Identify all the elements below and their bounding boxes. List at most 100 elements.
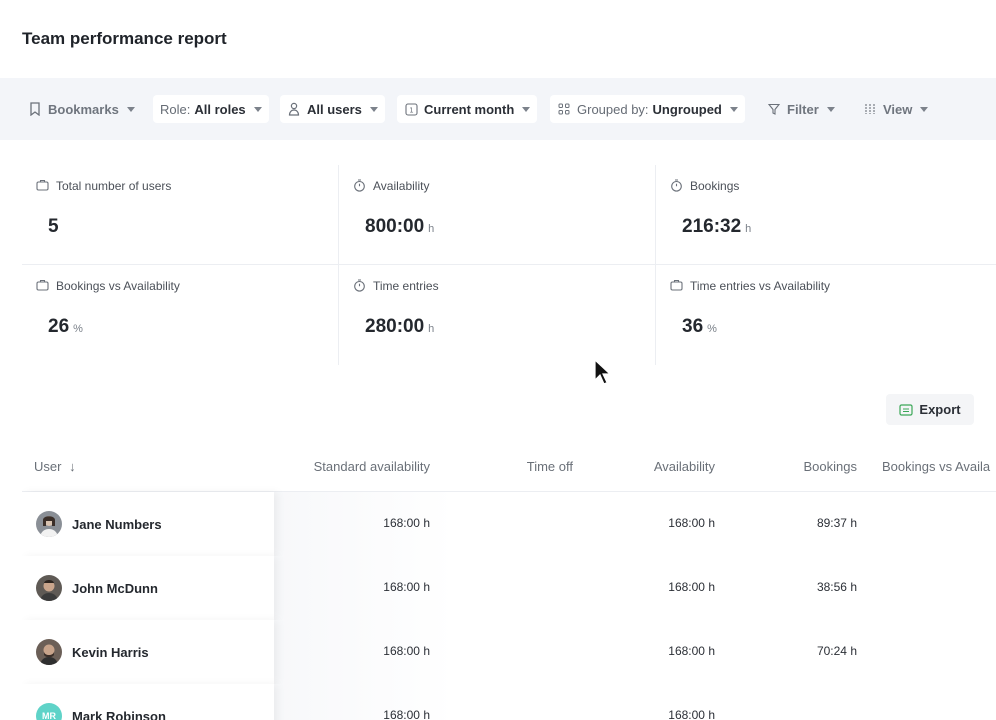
table-header: User ↓ Standard availability Time off Av… [22, 440, 996, 492]
table-row[interactable]: MR Mark Robinson 168:00 h 168:00 h [22, 684, 996, 720]
role-prefix: Role: [160, 101, 191, 117]
standard-availability-cell: 168:00 h [383, 580, 430, 594]
user-cell: John McDunn [22, 556, 274, 620]
stat-label: Total number of users [56, 179, 172, 193]
stat-value: 216:32 [682, 216, 742, 237]
chevron-down-icon [253, 106, 262, 112]
stat-card: Bookings 216:32 h [656, 165, 996, 265]
sliders-icon [863, 102, 877, 116]
stat-label: Bookings vs Availability [56, 279, 180, 293]
bookmark-icon [28, 102, 42, 116]
avatar [36, 511, 62, 537]
user-icon [287, 102, 301, 116]
standard-availability-cell: 168:00 h [383, 708, 430, 720]
grouping-value: Ungrouped [652, 101, 722, 117]
availability-cell: 168:00 h [668, 644, 715, 658]
column-header-availability[interactable]: Availability [654, 459, 715, 474]
stat-unit: % [73, 323, 83, 335]
chevron-down-icon [729, 106, 738, 112]
csv-icon [899, 403, 914, 417]
grouping-prefix: Grouped by: [577, 101, 649, 117]
view-dropdown[interactable]: View [863, 95, 929, 123]
column-header-bookings[interactable]: Bookings [804, 459, 857, 474]
calendar-icon: 1 [404, 102, 418, 116]
column-header-standard-availability[interactable]: Standard availability [314, 459, 430, 474]
user-name: Jane Numbers [72, 516, 162, 532]
stopwatch-icon [353, 279, 367, 293]
avatar [36, 639, 62, 665]
grouping-dropdown[interactable]: Grouped by: Ungrouped [550, 95, 745, 123]
stat-label: Bookings [690, 179, 740, 193]
filter-icon [767, 102, 781, 116]
stat-unit: h [745, 223, 752, 235]
availability-cell: 168:00 h [668, 516, 715, 530]
user-cell: Kevin Harris [22, 620, 274, 684]
filter-label: Filter [787, 101, 819, 117]
table-row[interactable]: Kevin Harris 168:00 h 168:00 h 70:24 h [22, 620, 996, 684]
user-name: Mark Robinson [72, 708, 166, 720]
user-cell: Jane Numbers [22, 492, 274, 556]
export-label: Export [919, 402, 961, 417]
stats-grid: Total number of users 5 Availability 800… [22, 165, 996, 365]
export-button[interactable]: Export [886, 394, 974, 425]
user-name: Kevin Harris [72, 644, 149, 660]
bookmarks-dropdown[interactable]: Bookmarks [28, 95, 135, 123]
stat-value: 800:00 [365, 216, 425, 237]
svg-text:1: 1 [409, 106, 413, 114]
stopwatch-icon [353, 179, 367, 193]
avatar [36, 575, 62, 601]
chevron-down-icon [826, 106, 835, 112]
availability-cell: 168:00 h [668, 708, 715, 720]
period-dropdown[interactable]: 1 Current month [397, 95, 538, 123]
column-header-time-off[interactable]: Time off [527, 459, 573, 474]
stat-card: Time entries vs Availability 36% [656, 265, 996, 365]
role-dropdown[interactable]: Role: All roles [153, 95, 269, 123]
column-header-bookings-vs-availability[interactable]: Bookings vs Availa [882, 459, 990, 474]
stat-label: Time entries vs Availability [690, 279, 831, 293]
user-name: John McDunn [72, 580, 158, 596]
stat-unit: % [707, 323, 717, 335]
grid-icon [557, 102, 571, 116]
toolbar: Bookmarks Role: All roles All users 1 Cu… [0, 78, 996, 140]
mouse-cursor-icon [594, 359, 612, 385]
chevron-down-icon [920, 106, 929, 112]
stopwatch-icon [670, 179, 684, 193]
bookings-cell: 89:37 h [816, 516, 857, 530]
briefcase-icon [670, 279, 684, 293]
chevron-down-icon [522, 106, 531, 112]
page-title: Team performance report [22, 29, 227, 48]
table-row[interactable]: Jane Numbers 168:00 h 168:00 h 89:37 h [22, 492, 996, 556]
stat-card: Time entries 280:00 h [339, 265, 656, 365]
stat-value: 36 [682, 316, 704, 337]
filter-dropdown[interactable]: Filter [767, 95, 835, 123]
users-dropdown[interactable]: All users [280, 95, 385, 123]
period-label: Current month [424, 101, 515, 117]
column-header-user[interactable]: User ↓ [34, 459, 76, 474]
users-table: User ↓ Standard availability Time off Av… [22, 440, 996, 720]
stat-unit: h [428, 223, 435, 235]
briefcase-icon [36, 279, 50, 293]
bookmarks-label: Bookmarks [48, 101, 119, 117]
avatar: MR [36, 703, 62, 720]
stat-value: 26 [48, 316, 70, 337]
standard-availability-cell: 168:00 h [383, 644, 430, 658]
stat-card: Total number of users 5 [22, 165, 339, 265]
bookings-cell: 70:24 h [816, 644, 857, 658]
availability-cell: 168:00 h [668, 580, 715, 594]
stat-value: 5 [48, 216, 59, 237]
bookings-cell: 38:56 h [816, 580, 857, 594]
chevron-down-icon [369, 106, 378, 112]
stat-card: Availability 800:00 h [339, 165, 656, 265]
table-row[interactable]: John McDunn 168:00 h 168:00 h 38:56 h [22, 556, 996, 620]
role-value: All roles [194, 101, 246, 117]
standard-availability-cell: 168:00 h [383, 516, 430, 530]
briefcase-icon [36, 179, 50, 193]
chevron-down-icon [126, 106, 135, 112]
stat-value: 280:00 [365, 316, 425, 337]
sort-down-icon: ↓ [69, 459, 76, 474]
user-cell: MR Mark Robinson [22, 684, 274, 720]
stat-label: Availability [373, 179, 430, 193]
stat-card: Bookings vs Availability 26% [22, 265, 339, 365]
users-label: All users [307, 101, 362, 117]
stat-unit: h [428, 323, 435, 335]
